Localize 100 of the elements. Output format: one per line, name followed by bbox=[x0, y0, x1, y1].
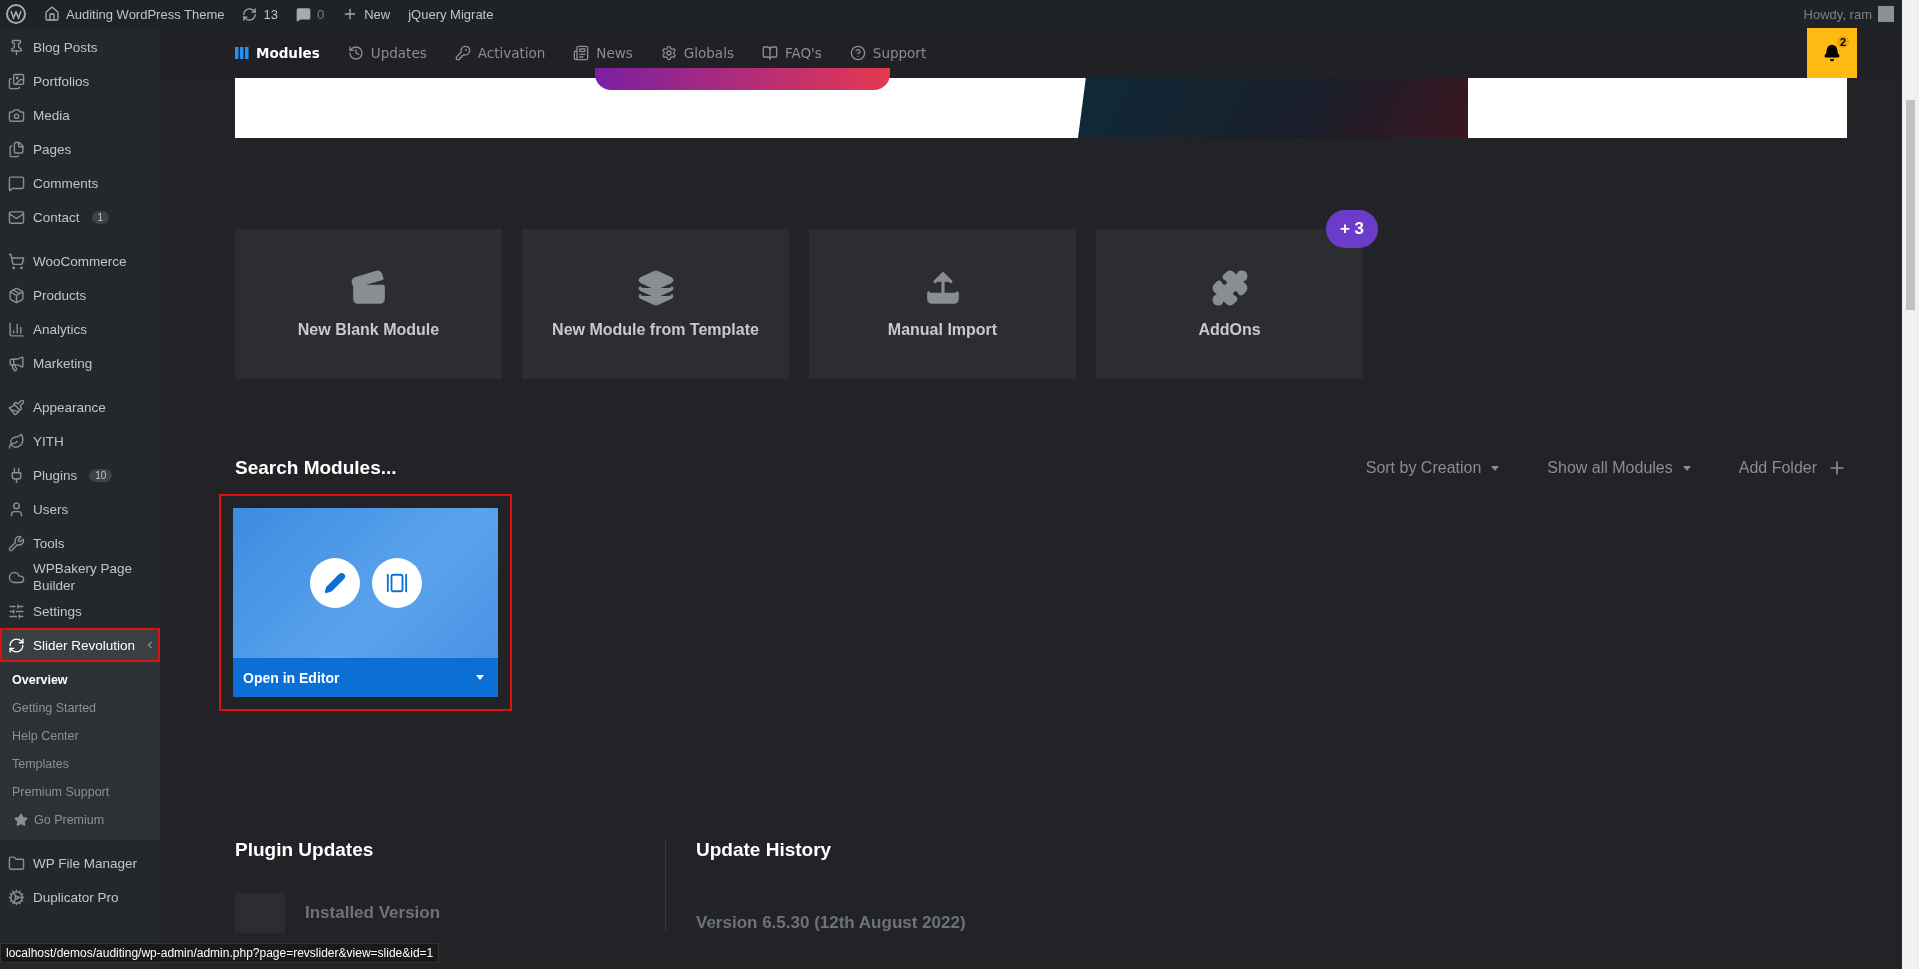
folder-icon bbox=[8, 854, 25, 872]
installed-version-label: Installed Version bbox=[305, 903, 441, 923]
logo-icon[interactable] bbox=[6, 4, 26, 24]
sidebar-item[interactable]: Blog Posts bbox=[0, 30, 160, 64]
open-editor-button[interactable]: Open in Editor bbox=[233, 658, 498, 697]
add-folder-link[interactable]: Add Folder bbox=[1738, 458, 1847, 478]
sidebar-item[interactable]: Duplicator Pro bbox=[0, 880, 160, 914]
section-title: Search Modules... bbox=[235, 457, 398, 479]
user-icon bbox=[8, 500, 25, 518]
megaphone-icon bbox=[8, 354, 25, 372]
bar-chart-icon bbox=[8, 320, 25, 338]
status-url: localhost/demos/auditing/wp-admin/admin.php?page=revslider&view=slide&id=1 bbox=[0, 943, 440, 963]
images-icon bbox=[8, 72, 25, 90]
leaf-icon bbox=[8, 432, 25, 450]
sidebar-item[interactable]: WooCommerce bbox=[0, 244, 160, 278]
action-card[interactable]: Manual Import bbox=[809, 229, 1076, 379]
gallery-icon bbox=[385, 572, 408, 594]
caret-icon bbox=[1682, 465, 1691, 471]
filter-dropdown[interactable]: Show all Modules bbox=[1547, 459, 1691, 477]
camera-icon bbox=[8, 106, 25, 124]
star-icon bbox=[14, 813, 28, 827]
edit-button[interactable] bbox=[309, 558, 360, 608]
sidebar-item[interactable]: Pages bbox=[0, 132, 160, 166]
nav-tab[interactable]: Globals bbox=[660, 45, 734, 61]
pencil-icon bbox=[323, 572, 346, 594]
site-link[interactable]: Auditing WordPress Theme bbox=[44, 6, 225, 22]
nav-tab[interactable]: Activation bbox=[454, 45, 546, 61]
cart-icon bbox=[8, 252, 25, 270]
sidebar-item[interactable]: Slider Revolution bbox=[0, 628, 160, 662]
settings-icon bbox=[660, 45, 677, 61]
caret-icon bbox=[476, 675, 484, 680]
new-link[interactable]: New bbox=[342, 6, 391, 22]
layers-icon bbox=[636, 269, 675, 307]
speech-bubble-icon bbox=[8, 174, 25, 192]
pin-icon bbox=[8, 38, 25, 56]
refresh-icon bbox=[8, 636, 25, 654]
files-icon bbox=[8, 140, 25, 158]
submenu-item[interactable]: Templates bbox=[0, 750, 160, 778]
section-title: Plugin Updates bbox=[235, 839, 375, 861]
sidebar-item[interactable]: YITH bbox=[0, 424, 160, 458]
nav-tab[interactable]: News bbox=[573, 45, 633, 61]
book-icon bbox=[761, 45, 778, 61]
submenu-item[interactable]: Help Center bbox=[0, 722, 160, 750]
sliders-icon bbox=[8, 602, 25, 620]
sort-dropdown[interactable]: Sort by Creation bbox=[1365, 459, 1500, 477]
scrollbar-thumb[interactable] bbox=[1906, 100, 1915, 310]
nav-tab[interactable]: Modules bbox=[235, 45, 320, 61]
count-badge: + 3 bbox=[1325, 210, 1378, 248]
clapperboard-icon bbox=[349, 269, 388, 307]
sidebar-item[interactable]: WPBakery Page Builder bbox=[0, 560, 160, 594]
action-card[interactable]: New Blank Module bbox=[235, 229, 502, 379]
sidebar-item[interactable]: Users bbox=[0, 492, 160, 526]
plugin-link[interactable]: jQuery Migrate bbox=[408, 6, 494, 22]
sidebar-item[interactable]: Products bbox=[0, 278, 160, 312]
package-icon bbox=[8, 286, 25, 304]
count-badge: 1 bbox=[91, 210, 110, 224]
sidebar-item[interactable]: Marketing bbox=[0, 346, 160, 380]
bell-icon bbox=[1823, 44, 1841, 62]
key-icon bbox=[454, 45, 471, 61]
wrench-icon bbox=[8, 534, 25, 552]
notification-count: 2 bbox=[1836, 36, 1849, 48]
sidebar-item[interactable]: Media bbox=[0, 98, 160, 132]
sidebar-item[interactable]: Analytics bbox=[0, 312, 160, 346]
caret-icon bbox=[1491, 465, 1500, 471]
sidebar-item[interactable]: Tools bbox=[0, 526, 160, 560]
sidebar-item[interactable]: Contact 1 bbox=[0, 200, 160, 234]
nav-tab[interactable]: Support bbox=[849, 45, 927, 61]
history-icon bbox=[347, 45, 364, 61]
submenu-item[interactable]: Go Premium bbox=[0, 806, 160, 834]
envelope-icon bbox=[8, 208, 25, 226]
version-text: Version 6.5.30 (12th August 2022) bbox=[696, 913, 967, 933]
paintbrush-icon bbox=[8, 398, 25, 416]
columns-icon bbox=[235, 47, 249, 59]
submenu-item[interactable]: Overview bbox=[0, 666, 160, 694]
sidebar-item[interactable]: Portfolios bbox=[0, 64, 160, 98]
sidebar-item[interactable]: Plugins 10 bbox=[0, 458, 160, 492]
sidebar-item[interactable]: Comments bbox=[0, 166, 160, 200]
submenu-item[interactable]: Getting Started bbox=[0, 694, 160, 722]
sidebar-item[interactable]: Appearance bbox=[0, 390, 160, 424]
home-icon bbox=[44, 6, 60, 22]
nav-tab[interactable]: FAQ's bbox=[761, 45, 822, 61]
nav-tab[interactable]: Updates bbox=[347, 45, 427, 61]
newspaper-icon bbox=[573, 45, 590, 61]
count-badge: 10 bbox=[89, 468, 113, 482]
puzzle-icon bbox=[1210, 269, 1249, 307]
notification-button[interactable]: 2 bbox=[1807, 28, 1857, 78]
updates-link[interactable]: 13 bbox=[242, 6, 278, 22]
slides-button[interactable] bbox=[371, 558, 422, 608]
speech-bubble-icon bbox=[295, 6, 311, 22]
sidebar-item[interactable]: Settings bbox=[0, 594, 160, 628]
cog-icon bbox=[8, 888, 25, 906]
action-card[interactable]: New Module from Template bbox=[522, 229, 789, 379]
section-title: Update History bbox=[696, 839, 833, 862]
sidebar-item[interactable]: WP File Manager bbox=[0, 846, 160, 880]
account-link[interactable]: Howdy, ram bbox=[1803, 6, 1894, 22]
avatar-icon bbox=[1878, 6, 1894, 22]
submenu-item[interactable]: Premium Support bbox=[0, 778, 160, 806]
comments-link[interactable]: 0 bbox=[295, 6, 325, 22]
scrollbar[interactable] bbox=[1902, 0, 1919, 969]
help-icon bbox=[849, 45, 866, 61]
